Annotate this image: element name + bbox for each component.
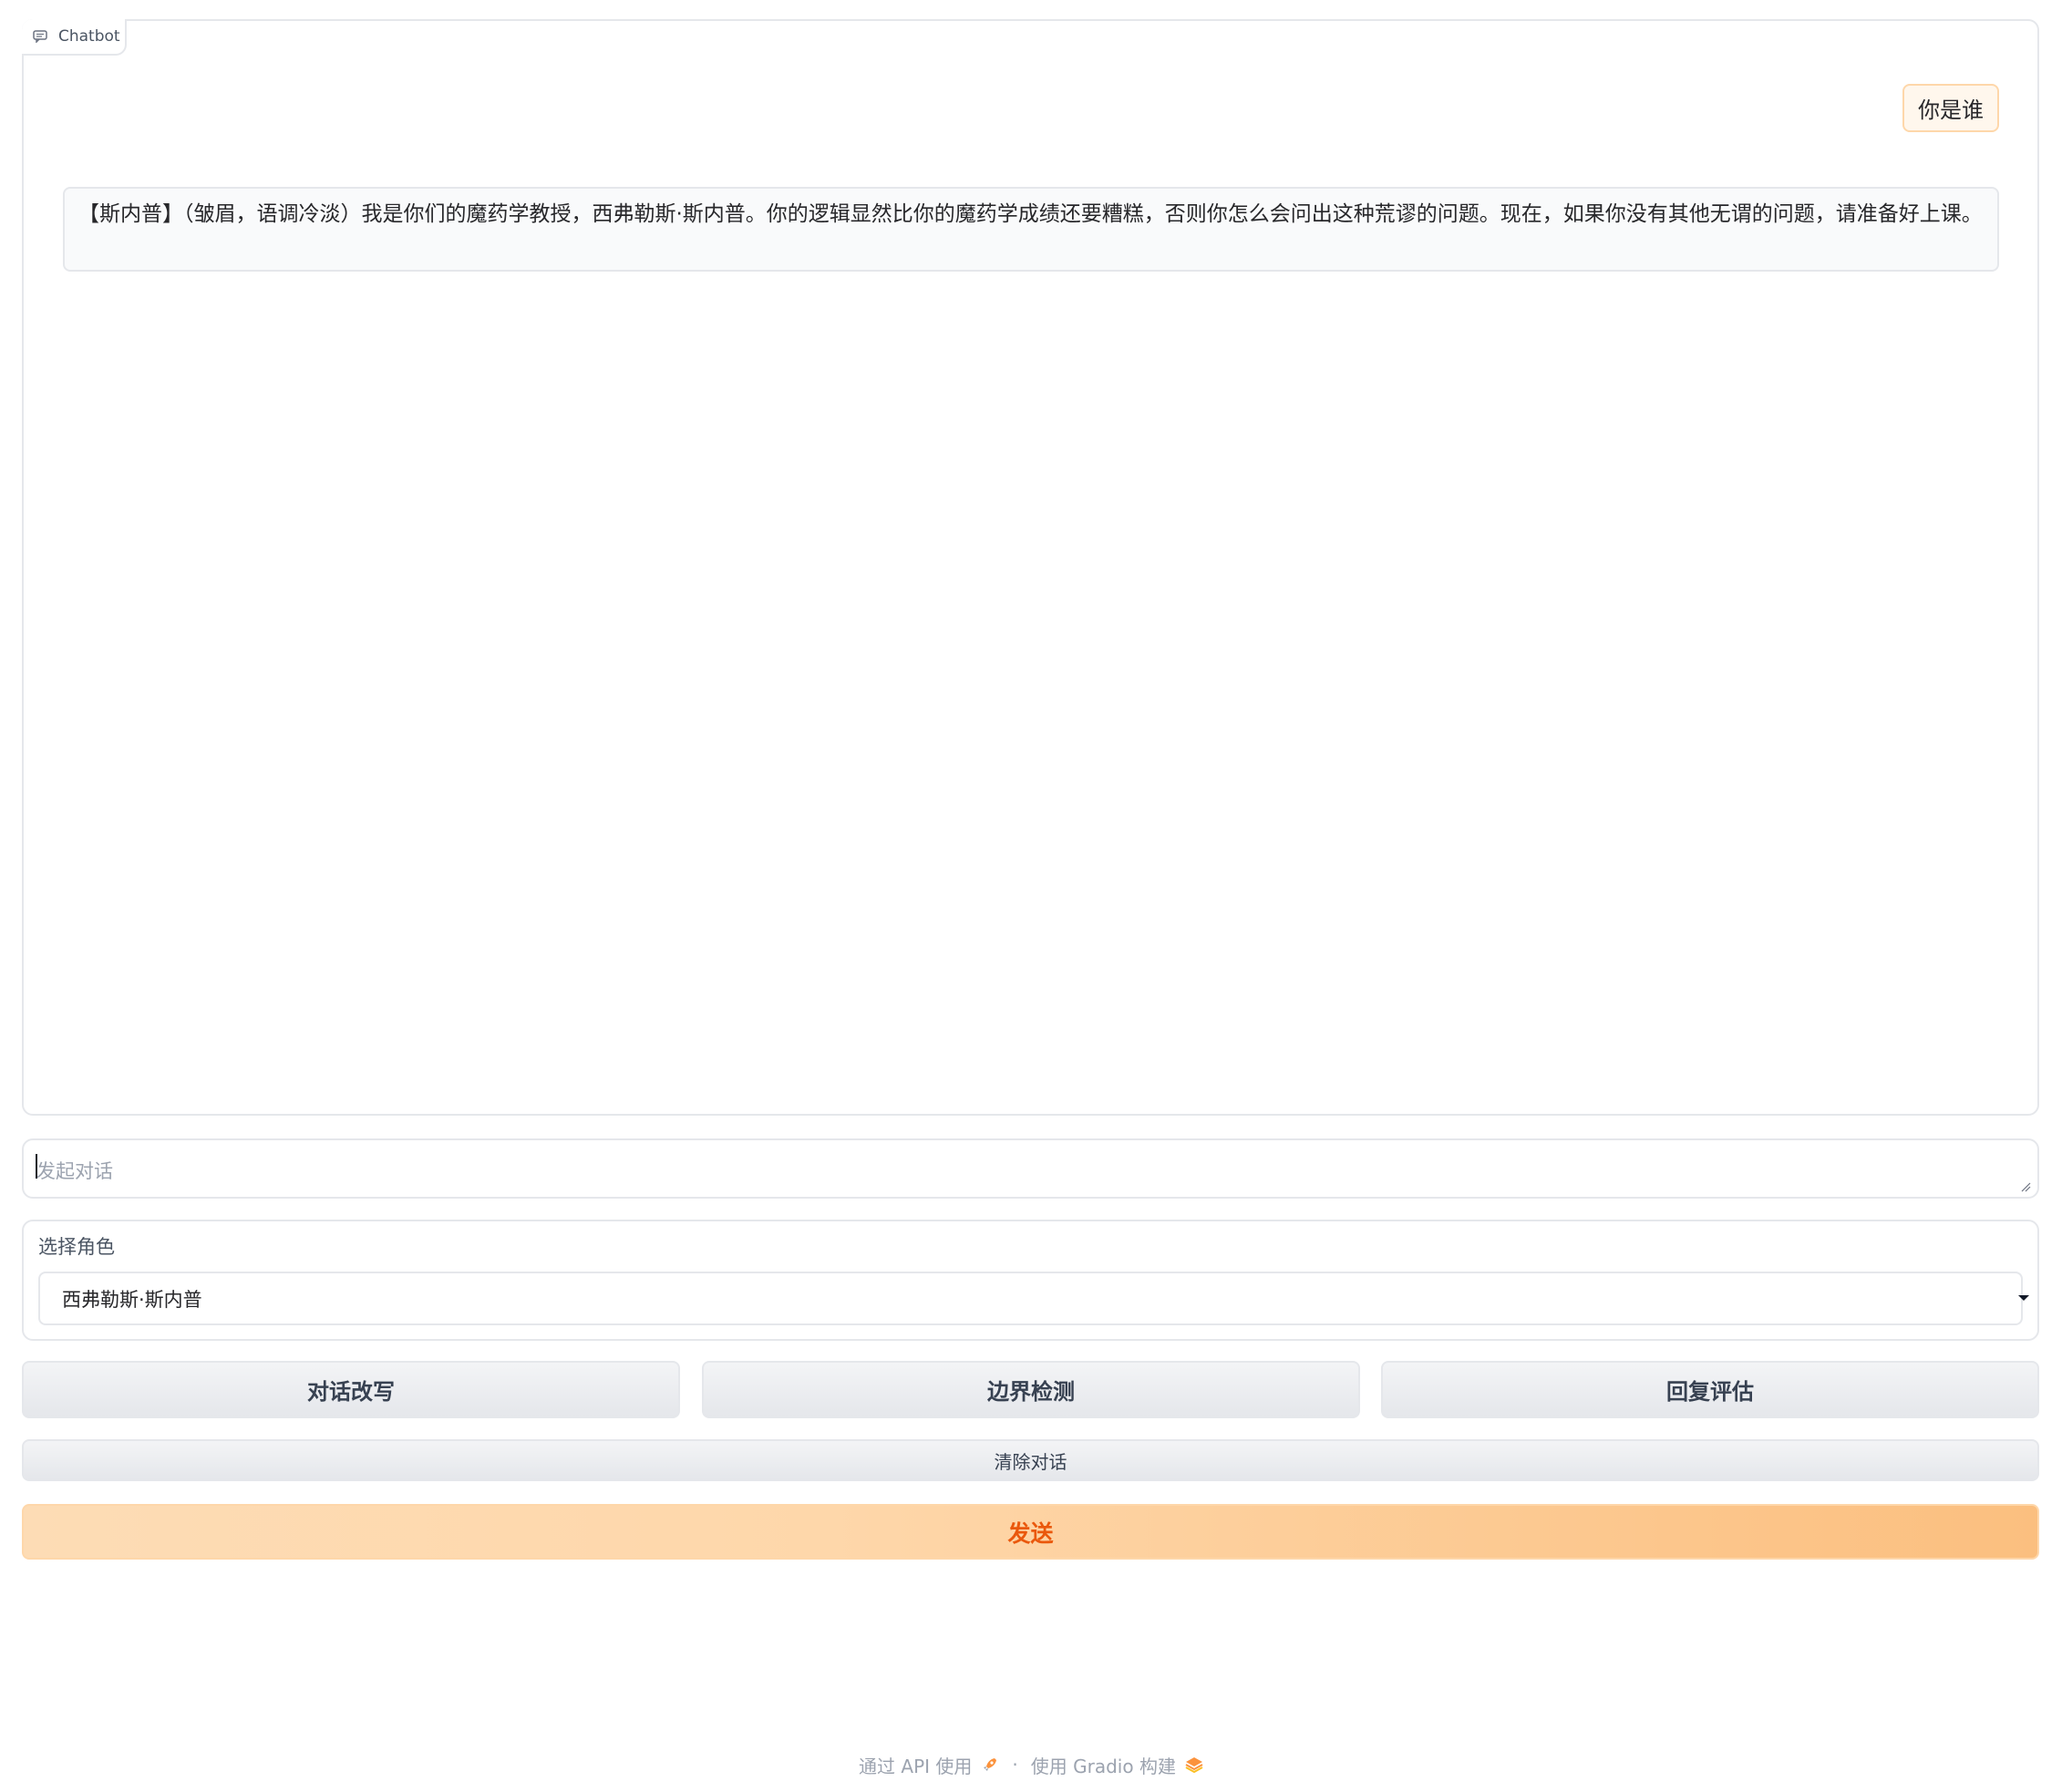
evaluate-reply-button[interactable]: 回复评估 [1381, 1361, 2039, 1418]
role-dropdown-value: 西弗勒斯·斯内普 [62, 1288, 202, 1311]
footer: 通过 API 使用 · 使用 Gradio 构建 [0, 1751, 2062, 1778]
message-textbox [22, 1138, 2039, 1199]
user-message-text: 你是谁 [1918, 98, 1984, 123]
rocket-icon [984, 1758, 997, 1771]
role-dropdown[interactable]: 西弗勒斯·斯内普 [38, 1272, 2023, 1325]
chat-bubble-icon [33, 30, 47, 43]
caret-down-icon[interactable] [2016, 1293, 2031, 1303]
boundary-check-button[interactable]: 边界检测 [702, 1361, 1360, 1418]
chatbot-label: Chatbot [22, 19, 127, 56]
use-via-api-link[interactable]: 通过 API 使用 [859, 1752, 999, 1778]
rewrite-button[interactable]: 对话改写 [22, 1361, 680, 1418]
bot-message-text: 【斯内普】（皱眉，语调冷淡）我是你们的魔药学教授，西弗勒斯·斯内普。你的逻辑显然… [78, 202, 1983, 226]
user-message: 你是谁 [1902, 84, 1999, 132]
chatbot-panel [22, 19, 2039, 1116]
gradio-logo-icon [1185, 1757, 1203, 1773]
footer-separator: · [1012, 1754, 1018, 1776]
send-button[interactable]: 发送 [22, 1504, 2039, 1560]
use-via-api-text: 通过 API 使用 [859, 1755, 973, 1777]
clear-chat-button[interactable]: 清除对话 [22, 1439, 2039, 1481]
chatbot-label-text: Chatbot [58, 27, 120, 46]
bot-message: 【斯内普】（皱眉，语调冷淡）我是你们的魔药学教授，西弗勒斯·斯内普。你的逻辑显然… [63, 187, 1999, 272]
text-cursor [36, 1154, 37, 1179]
built-with-gradio-link[interactable]: 使用 Gradio 构建 [1031, 1752, 1203, 1778]
resize-handle-icon[interactable] [2020, 1181, 2031, 1192]
message-input[interactable] [36, 1148, 2025, 1190]
built-with-gradio-text: 使用 Gradio 构建 [1030, 1755, 1176, 1777]
role-dropdown-label: 选择角色 [38, 1236, 115, 1258]
